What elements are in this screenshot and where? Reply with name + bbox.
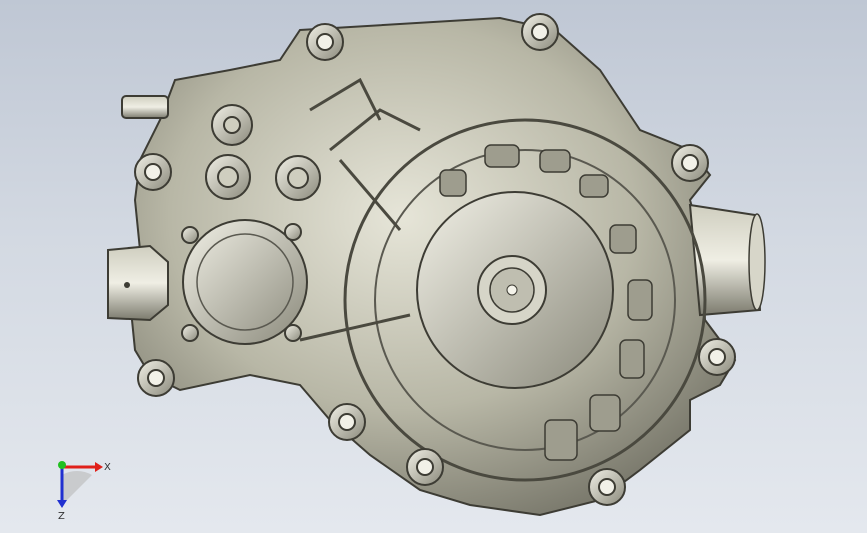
breather-pipe <box>121 95 169 119</box>
electrical-connector <box>107 244 169 322</box>
x-axis-label: X <box>104 462 111 473</box>
gearbox-housing-model[interactable] <box>0 0 867 533</box>
connector-pin <box>124 282 130 288</box>
x-axis-arrowhead <box>95 462 103 472</box>
graphics-viewport[interactable]: X Z <box>0 0 867 533</box>
z-axis-arrowhead <box>57 500 67 508</box>
coordinate-triad: X Z <box>57 461 111 522</box>
y-axis-dot <box>58 461 66 469</box>
z-axis-label: Z <box>58 511 65 522</box>
center-pin <box>506 284 518 296</box>
triad-plane-shade <box>62 470 92 505</box>
output-tube-end <box>748 213 766 311</box>
